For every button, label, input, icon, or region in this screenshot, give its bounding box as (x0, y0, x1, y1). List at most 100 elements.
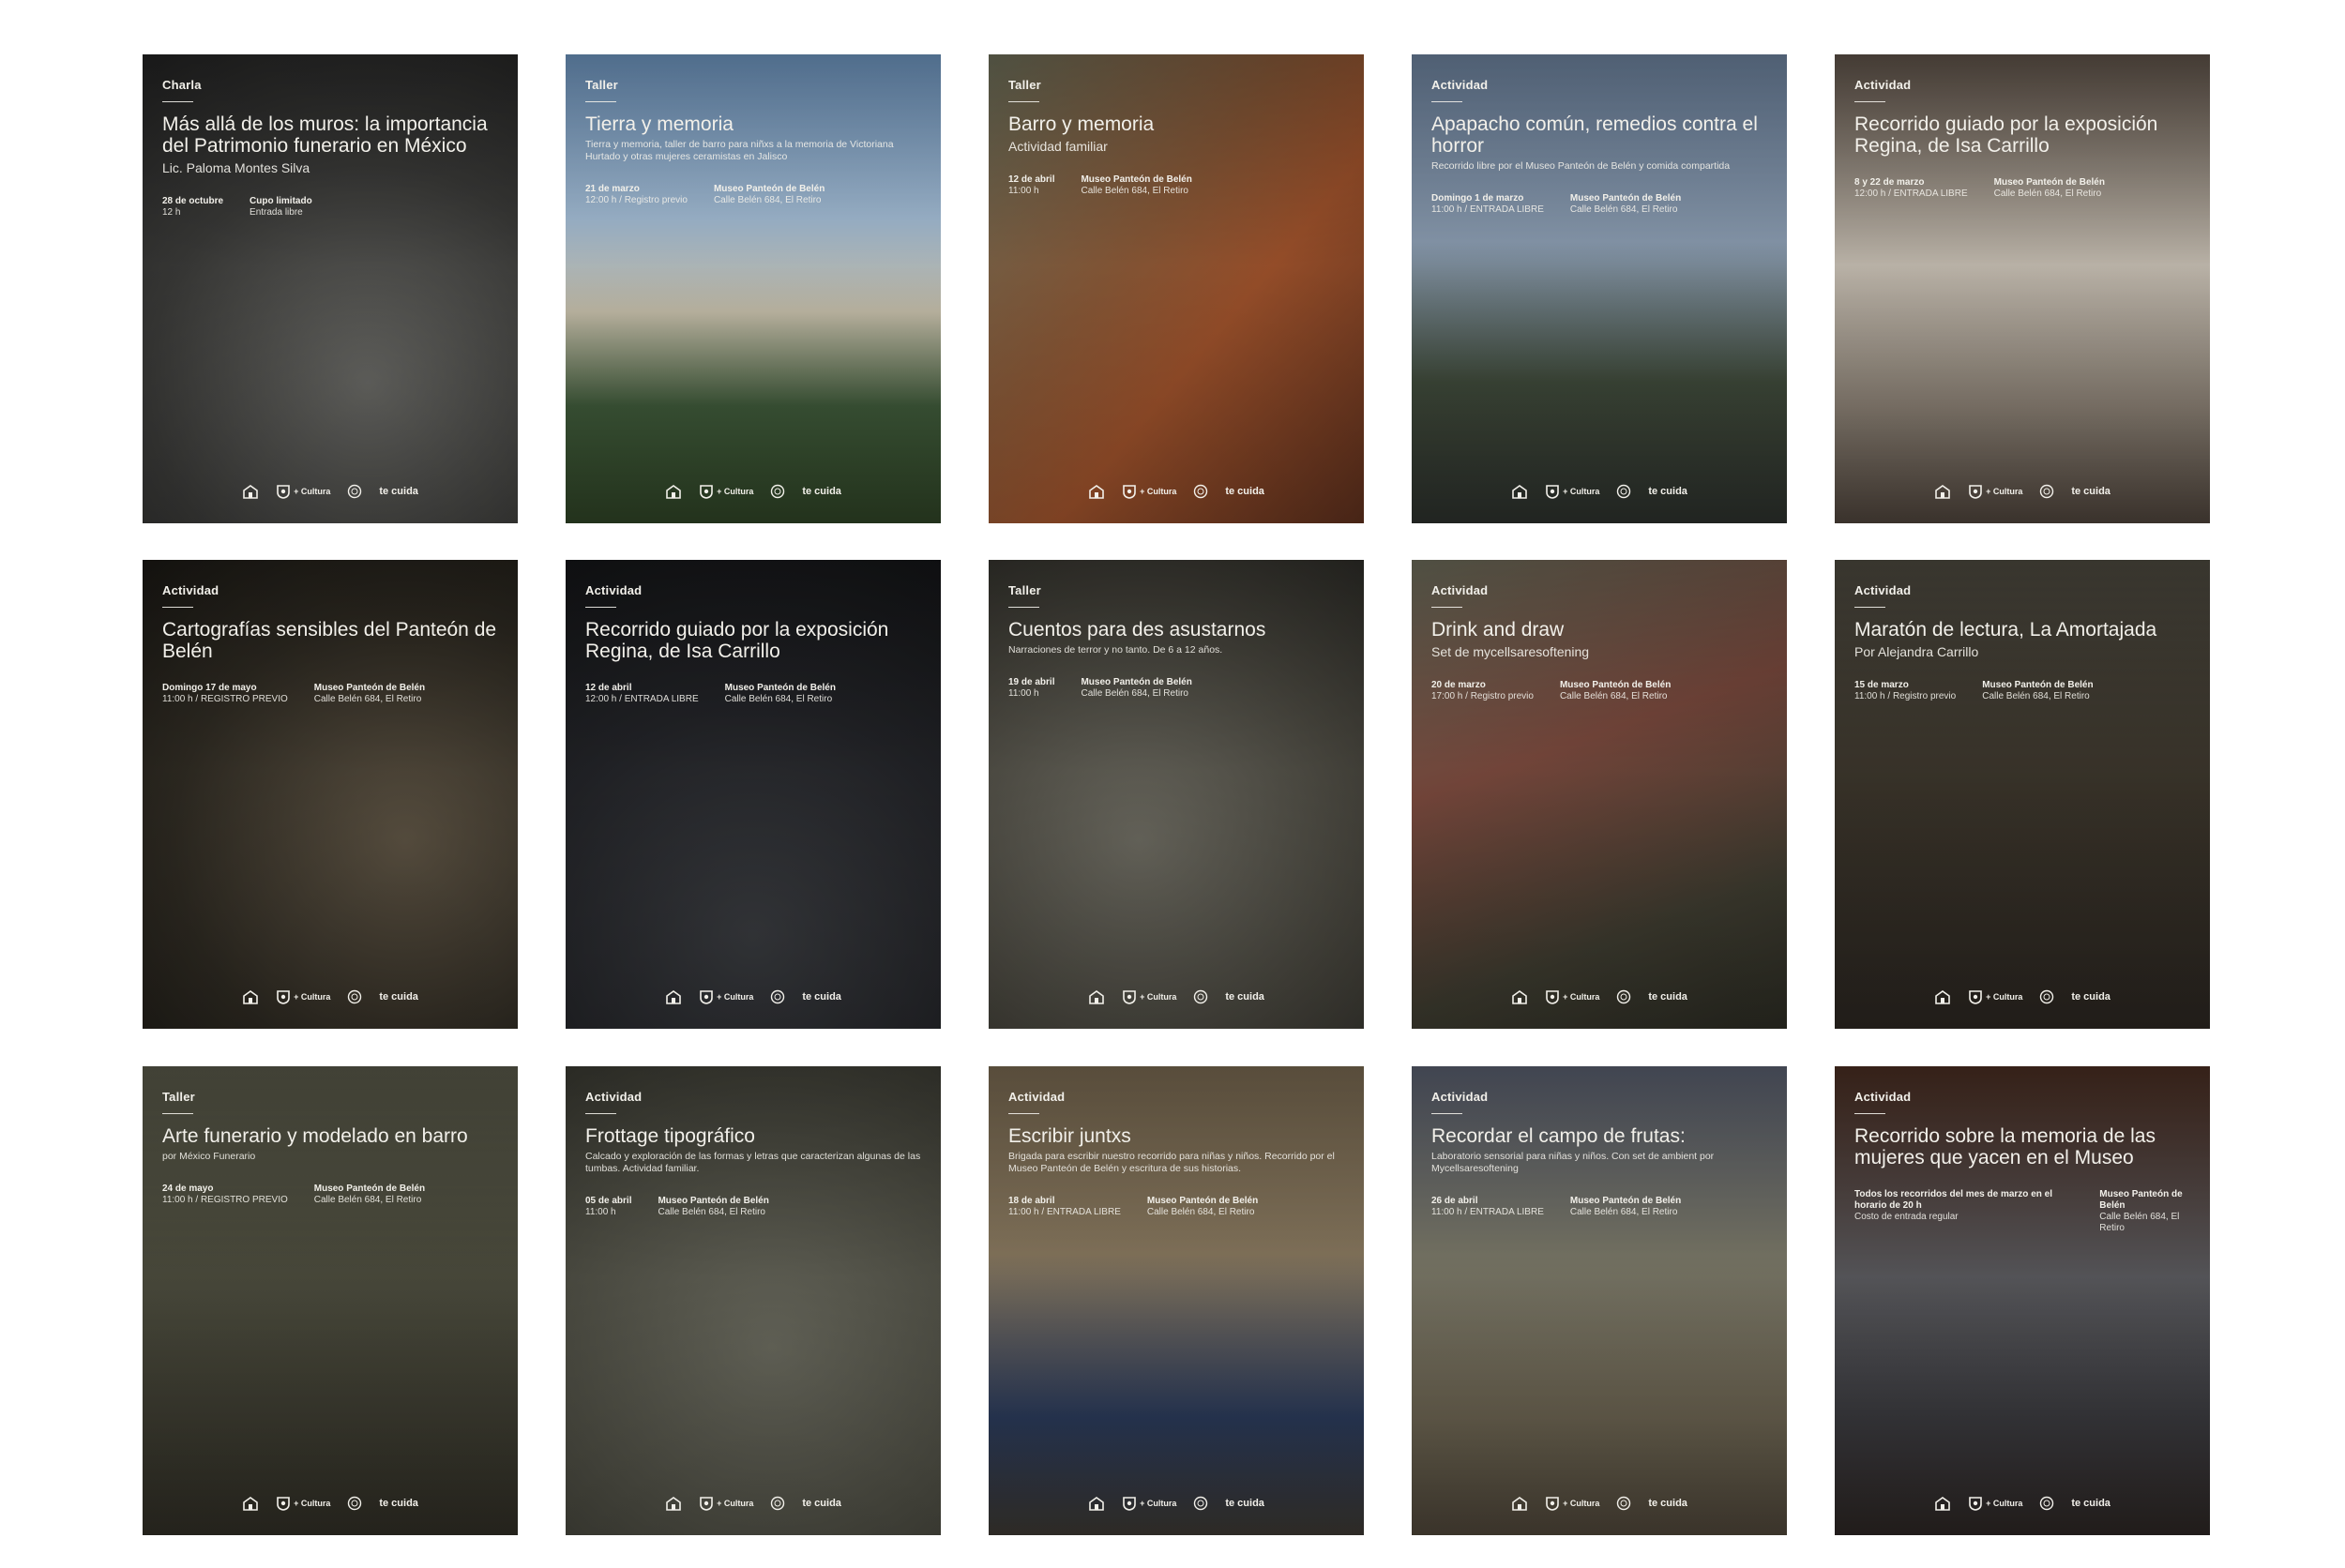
info-column: 28 de octubre 12 h (162, 196, 223, 219)
info-detail: Calle Belén 684, El Retiro (1569, 204, 1678, 215)
info-detail: Calle Belén 684, El Retiro (313, 1195, 422, 1205)
cultura-logo: + Cultura (1968, 989, 2022, 1004)
cultura-logo: + Cultura (1968, 484, 2022, 499)
poster-info: 05 de abril 11:00 h Museo Panteón de Bel… (585, 1196, 921, 1218)
poster-content: Taller Arte funerario y modelado en barr… (162, 1090, 498, 1535)
guadalajara-seal-icon (347, 484, 362, 499)
poster-description: Narraciones de terror y no tanto. De 6 a… (1008, 644, 1223, 656)
poster-info: Todos los recorridos del mes de marzo en… (1854, 1189, 2190, 1234)
divider (1008, 1113, 1039, 1114)
poster-category: Actividad (1854, 583, 1912, 597)
poster-title: Recorrido guiado por la exposición Regin… (1854, 113, 2158, 157)
divider (162, 101, 193, 102)
poster-category: Actividad (1854, 1090, 1912, 1104)
poster-content: Actividad Recorrido sobre la memoria de … (1854, 1090, 2190, 1535)
info-detail: 11:00 h / Registro previo (1854, 691, 1957, 701)
event-poster[interactable]: Taller Arte funerario y modelado en barr… (143, 1066, 518, 1535)
sponsor-logos: + Cultura te cuida (989, 484, 1364, 499)
info-heading: Museo Panteón de Belén (1993, 177, 2105, 188)
sponsor-logos: + Cultura te cuida (143, 989, 518, 1004)
poster-title: Barro y memoria (1008, 113, 1155, 135)
event-poster[interactable]: Actividad Recorrido sobre la memoria de … (1835, 1066, 2210, 1535)
poster-title: Recordar el campo de frutas: (1431, 1125, 1686, 1147)
info-detail: 12:00 h / ENTRADA LIBRE (585, 694, 699, 704)
poster-category: Actividad (1431, 583, 1489, 597)
event-poster[interactable]: Actividad Recorrido guiado por la exposi… (1835, 54, 2210, 523)
poster-info: Domingo 1 de marzo 11:00 h / ENTRADA LIB… (1431, 193, 1767, 216)
tecuida-logo: te cuida (1648, 991, 1687, 1003)
sponsor-logos: + Cultura te cuida (1835, 484, 2210, 499)
cultura-logo: + Cultura (276, 989, 330, 1004)
sponsor-logos: + Cultura te cuida (1412, 484, 1787, 499)
info-detail: 12:00 h / ENTRADA LIBRE (1854, 188, 1968, 199)
tecuida-logo: te cuida (379, 1498, 418, 1509)
info-column: 19 de abril 11:00 h (1008, 677, 1054, 700)
cultura-logo: + Cultura (699, 989, 753, 1004)
info-heading: 15 de marzo (1854, 680, 1909, 690)
event-poster[interactable]: Actividad Recorrido guiado por la exposi… (566, 560, 941, 1029)
poster-info: 18 de abril 11:00 h / ENTRADA LIBRE Muse… (1008, 1196, 1344, 1218)
event-poster[interactable]: Actividad Apapacho común, remedios contr… (1412, 54, 1787, 523)
guadalajara-seal-icon (2039, 484, 2054, 499)
event-poster[interactable]: Taller Barro y memoria Actividad familia… (989, 54, 1364, 523)
tecuida-logo: te cuida (2071, 486, 2110, 497)
event-poster[interactable]: Charla Más allá de los muros: la importa… (143, 54, 518, 523)
poster-category: Actividad (585, 583, 643, 597)
info-heading: 28 de octubre (162, 196, 224, 206)
info-detail: 11:00 h (1008, 186, 1039, 196)
info-detail: 11:00 h (1008, 688, 1039, 699)
museum-logo-icon (1088, 989, 1105, 1004)
info-column: Museo Panteón de Belén Calle Belén 684, … (1081, 677, 1191, 700)
info-heading: Domingo 1 de marzo (1431, 193, 1524, 204)
museum-logo-icon (1511, 1496, 1528, 1511)
poster-content: Taller Cuentos para des asustarnos Narra… (1008, 583, 1344, 1029)
divider (1431, 1113, 1462, 1114)
info-heading: Todos los recorridos del mes de marzo en… (1854, 1189, 2052, 1211)
info-column: 24 de mayo 11:00 h / REGISTRO PREVIO (162, 1184, 288, 1206)
info-column: 20 de marzo 17:00 h / Registro previo (1431, 680, 1534, 702)
event-poster[interactable]: Actividad Recordar el campo de frutas: L… (1412, 1066, 1787, 1535)
info-heading: 05 de abril (585, 1196, 632, 1206)
info-detail: Calle Belén 684, El Retiro (1569, 1207, 1678, 1217)
event-poster[interactable]: Actividad Drink and draw Set de mycellsa… (1412, 560, 1787, 1029)
info-column: Museo Panteón de Belén Calle Belén 684, … (714, 184, 825, 206)
info-detail: 12 h (162, 207, 181, 218)
info-column: 18 de abril 11:00 h / ENTRADA LIBRE (1008, 1196, 1121, 1218)
tecuida-logo: te cuida (379, 991, 418, 1003)
info-detail: Calle Belén 684, El Retiro (1982, 691, 2090, 701)
event-poster[interactable]: Actividad Cartografías sensibles del Pan… (143, 560, 518, 1029)
info-column: Museo Panteón de Belén Calle Belén 684, … (1982, 680, 2093, 702)
guadalajara-seal-icon (2039, 1496, 2054, 1511)
event-poster[interactable]: Taller Cuentos para des asustarnos Narra… (989, 560, 1364, 1029)
poster-content: Actividad Apapacho común, remedios contr… (1431, 78, 1767, 523)
divider (1431, 101, 1462, 102)
event-poster[interactable]: Taller Tierra y memoria Tierra y memoria… (566, 54, 941, 523)
info-heading: Museo Panteón de Belén (1081, 174, 1192, 185)
divider (585, 101, 616, 102)
info-heading: 12 de abril (1008, 174, 1055, 185)
info-column: Museo Panteón de Belén Calle Belén 684, … (725, 683, 836, 705)
event-poster[interactable]: Actividad Frottage tipográfico Calcado y… (566, 1066, 941, 1535)
poster-category: Taller (585, 78, 618, 92)
divider (1008, 101, 1039, 102)
info-detail: Calle Belén 684, El Retiro (313, 694, 422, 704)
divider (162, 607, 193, 608)
info-column: 21 de marzo 12:00 h / Registro previo (585, 184, 688, 206)
tecuida-logo: te cuida (1225, 486, 1264, 497)
info-detail: 11:00 h / ENTRADA LIBRE (1431, 1207, 1544, 1217)
tecuida-logo: te cuida (2071, 991, 2110, 1003)
poster-content: Taller Barro y memoria Actividad familia… (1008, 78, 1344, 523)
divider (1854, 607, 1885, 608)
info-heading: Domingo 17 de mayo (162, 683, 257, 693)
event-poster[interactable]: Actividad Maratón de lectura, La Amortaj… (1835, 560, 2210, 1029)
cultura-logo: + Cultura (276, 1496, 330, 1511)
poster-content: Actividad Drink and draw Set de mycellsa… (1431, 583, 1767, 1029)
poster-subtitle: Lic. Paloma Montes Silva (162, 160, 310, 175)
guadalajara-seal-icon (770, 484, 785, 499)
info-heading: 8 y 22 de marzo (1854, 177, 1925, 188)
divider (1854, 1113, 1885, 1114)
event-poster[interactable]: Actividad Escribir juntxs Brigada para e… (989, 1066, 1364, 1535)
info-column: Museo Panteón de Belén Calle Belén 684, … (1570, 1196, 1681, 1218)
sponsor-logos: + Cultura te cuida (1412, 1496, 1787, 1511)
info-column: 12 de abril 12:00 h / ENTRADA LIBRE (585, 683, 699, 705)
